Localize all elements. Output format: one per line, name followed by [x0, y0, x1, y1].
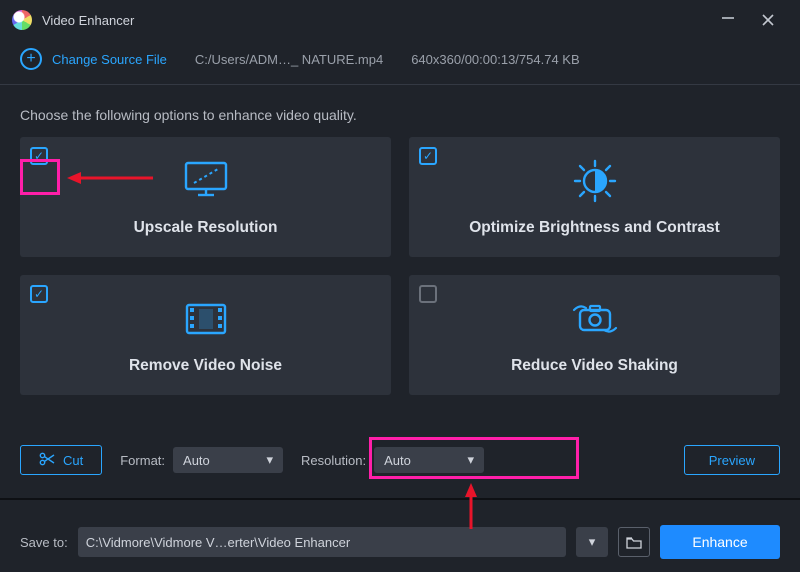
chevron-down-icon: ▾ [468, 452, 475, 468]
checkbox-brightness[interactable]: ✓ [419, 147, 437, 165]
titlebar: Video Enhancer [0, 0, 800, 40]
format-label: Format: [120, 453, 165, 468]
chevron-down-icon: ▾ [267, 452, 274, 468]
preview-button[interactable]: Preview [684, 445, 780, 475]
cut-label: Cut [63, 453, 83, 468]
card-label: Remove Video Noise [129, 357, 282, 375]
app-title: Video Enhancer [42, 13, 134, 28]
format-select[interactable]: Auto ▾ [173, 447, 283, 473]
folder-icon [626, 536, 642, 549]
card-upscale-resolution[interactable]: ✓ Upscale Resolution [20, 137, 391, 257]
save-path-value: C:\Vidmore\Vidmore V…erter\Video Enhance… [86, 535, 350, 550]
instruction-text: Choose the following options to enhance … [0, 85, 800, 137]
topbar: Change Source File C:/Users/ADM…_ NATURE… [0, 40, 800, 85]
card-label: Optimize Brightness and Contrast [469, 219, 720, 237]
monitor-icon [180, 157, 232, 205]
divider [0, 498, 800, 500]
card-label: Upscale Resolution [134, 219, 278, 237]
enhance-label: Enhance [692, 534, 747, 550]
save-to-label: Save to: [20, 535, 68, 550]
enhance-button[interactable]: Enhance [660, 525, 780, 559]
app-icon [12, 10, 32, 30]
change-source-button[interactable]: Change Source File [20, 48, 167, 70]
card-optimize-brightness-contrast[interactable]: ✓ Optimize Brightness and Contrast [409, 137, 780, 257]
camera-shake-icon [566, 295, 624, 343]
checkbox-denoise[interactable]: ✓ [30, 285, 48, 303]
card-label: Reduce Video Shaking [511, 357, 678, 375]
resolution-select[interactable]: Auto ▾ [374, 447, 484, 473]
resolution-label: Resolution: [301, 453, 366, 468]
checkbox-deshake[interactable] [419, 285, 437, 303]
brightness-icon [568, 157, 622, 205]
save-path-dropdown[interactable]: ▾ [576, 527, 608, 557]
card-reduce-video-shaking[interactable]: Reduce Video Shaking [409, 275, 780, 395]
close-button[interactable] [748, 13, 788, 27]
source-file-path: C:/Users/ADM…_ NATURE.mp4 [195, 52, 383, 67]
scissors-icon [39, 452, 55, 469]
format-value: Auto [183, 453, 210, 468]
browse-folder-button[interactable] [618, 527, 650, 557]
cut-button[interactable]: Cut [20, 445, 102, 475]
minimize-button[interactable] [708, 11, 748, 30]
preview-label: Preview [709, 453, 755, 468]
card-remove-video-noise[interactable]: ✓ Remove Video Noise [20, 275, 391, 395]
resolution-value: Auto [384, 453, 411, 468]
save-path-field[interactable]: C:\Vidmore\Vidmore V…erter\Video Enhance… [78, 527, 566, 557]
film-noise-icon [179, 295, 233, 343]
plus-icon [20, 48, 42, 70]
change-source-label: Change Source File [52, 52, 167, 67]
checkbox-upscale[interactable]: ✓ [30, 147, 48, 165]
source-file-meta: 640x360/00:00:13/754.74 KB [411, 52, 579, 67]
chevron-down-icon: ▾ [589, 534, 596, 550]
